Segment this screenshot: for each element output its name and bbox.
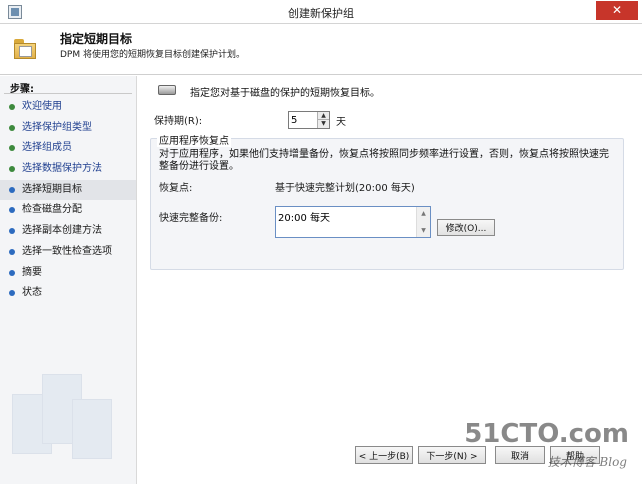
fast-full-backup-textarea[interactable]: 20:00 每天 (278, 209, 416, 235)
step-label: 选择短期目标 (22, 183, 82, 195)
step-disk-allocation[interactable]: 检查磁盘分配 (0, 200, 136, 221)
folder-icon (14, 39, 38, 59)
app-recovery-group: 应用程序恢复点 对于应用程序，如果他们支持增量备份，恢复点将按照同步频率进行设置… (150, 132, 624, 270)
steps-divider (4, 93, 132, 94)
recovery-points-label: 恢复点: (159, 183, 193, 194)
step-label: 选择副本创建方法 (22, 225, 102, 237)
retention-label: 保持期(R): (154, 116, 203, 127)
recovery-points-value: 基于快速完整计划(20:00 每天) (275, 183, 415, 194)
step-pending-icon (9, 207, 15, 214)
next-button[interactable]: 下一步(N) > (418, 446, 486, 464)
retention-input[interactable] (291, 113, 317, 127)
scroll-down-icon[interactable]: ▼ (418, 225, 429, 236)
step-pending-icon (9, 248, 15, 255)
page-title: 指定短期目标 (60, 32, 133, 46)
step-short-term-goals[interactable]: 选择短期目标 (0, 179, 136, 201)
group-description: 对于应用程序，如果他们支持增量备份，恢复点将按照同步频率进行设置，否则，恢复点将… (159, 149, 609, 172)
step-label: 检查磁盘分配 (22, 204, 82, 216)
step-pending-icon (9, 228, 15, 235)
cancel-button[interactable]: 取消 (495, 446, 545, 464)
steps-sidebar: 步骤: 欢迎使用 选择保护组类型 选择组成员 选择数据保护方法 选择短期目标 检… (0, 76, 137, 484)
step-pending-icon (9, 290, 15, 297)
step-complete-icon (9, 124, 15, 131)
intro-text: 指定您对基于磁盘的保护的短期恢复目标。 (190, 88, 380, 99)
step-consistency-check[interactable]: 选择一致性检查选项 (0, 242, 136, 263)
step-label: 选择保护组类型 (22, 121, 92, 133)
group-title: 应用程序恢复点 (157, 132, 231, 147)
previous-button[interactable]: < 上一步(B) (355, 446, 413, 464)
scrollbar[interactable]: ▲ ▼ (416, 207, 430, 237)
retention-stepper[interactable]: ▲ ▼ (288, 111, 330, 129)
step-label: 选择一致性检查选项 (22, 245, 112, 257)
step-group-type[interactable]: 选择保护组类型 (0, 118, 136, 139)
help-button[interactable]: 帮助 (550, 446, 600, 464)
step-group-members[interactable]: 选择组成员 (0, 138, 136, 159)
step-complete-icon (9, 104, 15, 110)
step-current-icon (9, 186, 15, 193)
step-pending-icon (9, 269, 15, 276)
step-complete-icon (9, 166, 15, 173)
fast-full-backup-field[interactable]: 20:00 每天 ▲ ▼ (275, 206, 431, 238)
title-bar: 创建新保护组 ✕ (0, 0, 642, 24)
server-illustration-icon (12, 364, 122, 474)
page-subtitle: DPM 将使用您的短期恢复目标创建保护计划。 (60, 50, 245, 60)
step-label: 选择数据保护方法 (22, 163, 102, 175)
step-replica-creation[interactable]: 选择副本创建方法 (0, 221, 136, 242)
retention-unit: 天 (336, 117, 346, 128)
main-panel: 指定您对基于磁盘的保护的短期恢复目标。 保持期(R): ▲ ▼ 天 应用程序恢复… (138, 76, 642, 484)
step-protection-method[interactable]: 选择数据保护方法 (0, 159, 136, 180)
modify-button[interactable]: 修改(O)... (437, 219, 495, 236)
step-label: 状态 (22, 287, 42, 299)
disk-icon (158, 85, 176, 95)
fast-full-backup-label: 快速完整备份: (159, 213, 223, 224)
step-summary[interactable]: 摘要 (0, 263, 136, 284)
window-close-button[interactable]: ✕ (596, 1, 638, 20)
step-complete-icon (9, 145, 15, 152)
spin-up-arrow-icon[interactable]: ▲ (317, 112, 329, 120)
step-status[interactable]: 状态 (0, 283, 136, 304)
step-label: 欢迎使用 (22, 101, 62, 112)
scroll-up-icon[interactable]: ▲ (418, 208, 429, 219)
window-title: 创建新保护组 (288, 7, 354, 20)
step-label: 摘要 (22, 266, 42, 278)
step-label: 选择组成员 (22, 142, 72, 154)
wizard-header: 指定短期目标 DPM 将使用您的短期恢复目标创建保护计划。 (0, 25, 642, 75)
spin-down-arrow-icon[interactable]: ▼ (317, 120, 329, 128)
step-welcome[interactable]: 欢迎使用 (0, 97, 136, 118)
